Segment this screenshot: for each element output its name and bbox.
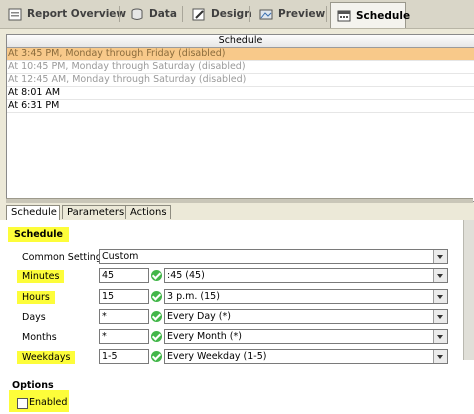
tab-separator <box>326 6 327 22</box>
months-select[interactable]: Every Month (*) <box>164 329 448 344</box>
days-option: Every Day (*) <box>167 311 231 322</box>
days-field[interactable]: * <box>99 309 149 324</box>
hours-label: Hours <box>17 291 55 304</box>
subtab-schedule[interactable]: Schedule <box>6 205 60 220</box>
tab-design-label: Design <box>211 8 252 20</box>
valid-check-icon <box>151 351 162 362</box>
chevron-down-icon[interactable] <box>433 269 447 282</box>
enabled-label: Enabled <box>29 397 68 408</box>
hours-field[interactable]: 15 <box>99 289 149 304</box>
report-overview-icon <box>8 8 22 21</box>
weekdays-field[interactable]: 1-5 <box>99 349 149 364</box>
chevron-down-icon[interactable] <box>433 330 447 343</box>
vertical-scrollbar[interactable] <box>463 220 474 360</box>
schedule-list-header[interactable]: Schedule <box>7 35 474 48</box>
minutes-option: :45 (45) <box>167 270 205 281</box>
tab-separator <box>182 6 183 22</box>
months-label: Months <box>22 332 57 343</box>
main-tab-bar: Report Overview Data Design Preview Sche… <box>0 0 474 29</box>
chevron-down-icon[interactable] <box>433 350 447 363</box>
days-select[interactable]: Every Day (*) <box>164 309 448 324</box>
hours-select[interactable]: 3 p.m. (15) <box>164 289 448 304</box>
splitter-bar[interactable] <box>6 198 473 203</box>
enabled-checkbox[interactable] <box>17 398 28 409</box>
chevron-down-icon[interactable] <box>433 250 447 263</box>
weekdays-select[interactable]: Every Weekday (1-5) <box>164 349 448 364</box>
preview-icon <box>259 8 273 21</box>
chevron-down-icon[interactable] <box>433 290 447 303</box>
tab-data-label: Data <box>149 8 177 20</box>
data-icon <box>130 8 144 21</box>
days-label: Days <box>22 312 46 323</box>
valid-check-icon <box>151 331 162 342</box>
tab-separator <box>119 6 120 22</box>
valid-check-icon <box>151 270 162 281</box>
valid-check-icon <box>151 291 162 302</box>
subtab-parameters[interactable]: Parameters <box>62 205 126 219</box>
hours-option: 3 p.m. (15) <box>167 291 220 302</box>
tab-preview[interactable]: Preview <box>253 2 331 26</box>
months-option: Every Month (*) <box>167 331 242 342</box>
months-field[interactable]: * <box>99 329 149 344</box>
tab-report-overview[interactable]: Report Overview <box>2 2 132 26</box>
tab-schedule[interactable]: Schedule <box>330 2 410 28</box>
subtab-actions[interactable]: Actions <box>125 205 171 219</box>
common-settings-value: Custom <box>102 251 139 262</box>
common-settings-select[interactable]: Custom <box>99 249 448 264</box>
tab-schedule-label: Schedule <box>356 9 411 22</box>
list-item[interactable]: At 10:45 PM, Monday through Saturday (di… <box>7 61 474 74</box>
schedule-list[interactable]: Schedule At 3:45 PM, Monday through Frid… <box>6 34 474 202</box>
weekdays-option: Every Weekday (1-5) <box>167 351 267 362</box>
weekdays-label: Weekdays <box>17 351 76 364</box>
tab-design[interactable]: Design <box>186 2 258 26</box>
schedule-section-title: Schedule <box>8 227 69 242</box>
tab-report-overview-label: Report Overview <box>27 8 127 20</box>
list-item[interactable]: At 6:31 PM <box>7 100 474 113</box>
tab-preview-label: Preview <box>278 8 326 20</box>
calendar-icon <box>337 9 351 22</box>
common-settings-label: Common Settings <box>22 252 107 263</box>
design-icon <box>192 8 206 21</box>
tab-separator <box>249 6 250 22</box>
minutes-select[interactable]: :45 (45) <box>164 268 448 283</box>
minutes-field[interactable]: 45 <box>99 268 149 283</box>
list-item[interactable]: At 8:01 AM <box>7 87 474 100</box>
chevron-down-icon[interactable] <box>433 310 447 323</box>
list-item[interactable]: At 12:45 AM, Monday through Saturday (di… <box>7 74 474 87</box>
minutes-label: Minutes <box>17 270 65 283</box>
valid-check-icon <box>151 311 162 322</box>
tab-data[interactable]: Data <box>124 2 183 26</box>
list-item[interactable]: At 3:45 PM, Monday through Friday (disab… <box>7 48 474 61</box>
